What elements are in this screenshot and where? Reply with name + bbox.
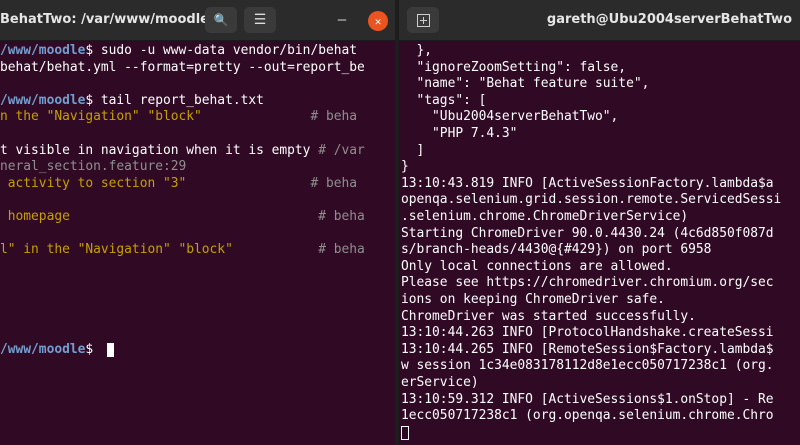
- close-icon: ✕: [374, 14, 382, 28]
- terminal-text: $ tail report_behat.txt: [85, 92, 264, 108]
- terminal-line: 13:10:44.265 INFO [RemoteSession$Factory…: [401, 341, 774, 357]
- terminal-text: $: [85, 341, 101, 357]
- terminal-line: 13:10:59.312 INFO [ActiveSessions$1.onSt…: [401, 391, 774, 407]
- terminal-line: "name": "Behat feature suite",: [401, 76, 650, 92]
- terminal-line: "ignoreZoomSetting": false,: [401, 59, 627, 75]
- left-header-bar: BehatTwo: /var/www/moodle 🔍 ☰ — ✕: [0, 0, 395, 41]
- terminal-line: }: [401, 159, 409, 175]
- terminal-text: # beha: [186, 175, 358, 191]
- terminal-line: activity to section "3" # beha: [0, 176, 357, 192]
- terminal-line: n the "Navigation" "block" # beha: [0, 109, 357, 125]
- terminal-text: $ sudo -u www-data vendor/bin/behat: [85, 43, 358, 58]
- terminal-line: erService): [401, 375, 479, 390]
- search-icon: 🔍: [213, 13, 229, 27]
- terminal-line: /www/moodle$ sudo -u www-data vendor/bin…: [0, 43, 357, 59]
- terminal-line: Starting ChromeDriver 90.0.4430.24 (4c6d…: [401, 225, 774, 241]
- terminal-line: "Ubu2004serverBehatTwo",: [401, 109, 619, 125]
- left-window-title: BehatTwo: /var/www/moodle: [0, 12, 209, 27]
- right-terminal-output[interactable]: }, "ignoreZoomSetting": false, "name": "…: [399, 40, 800, 445]
- menu-button[interactable]: ☰: [244, 7, 276, 33]
- terminal-line: Please see https://chromedriver.chromium…: [401, 275, 774, 291]
- new-tab-button[interactable]: [407, 7, 439, 33]
- terminal-line: ChromeDriver was started successfully.: [401, 308, 696, 324]
- minimize-button[interactable]: —: [331, 8, 353, 32]
- prompt-path: /www/moodle: [0, 92, 86, 108]
- text-cursor: [401, 425, 409, 440]
- prompt-path: /www/moodle: [0, 341, 86, 357]
- new-tab-icon: [416, 13, 430, 27]
- terminal-line: /www/moodle$ tail report_behat.txt: [0, 93, 264, 109]
- terminal-line: l" in the "Navigation" "block" # beha: [0, 242, 365, 258]
- terminal-text: # beha: [201, 109, 358, 125]
- terminal-line: "PHP 7.4.3": [401, 126, 518, 141]
- terminal-line: w session 1c34e083178112d8e1ecc050717238…: [401, 358, 774, 374]
- terminal-text: # /var: [310, 142, 365, 158]
- terminal-line: 1ecc050717238c1 (org.openqa.selenium.chr…: [401, 408, 774, 424]
- prompt-path: /www/moodle: [0, 43, 86, 58]
- close-button[interactable]: ✕: [368, 11, 388, 31]
- terminal-line: s/branch-heads/4430@{#429}) on port 6958: [401, 242, 712, 258]
- left-terminal-window[interactable]: BehatTwo: /var/www/moodle 🔍 ☰ — ✕ /www/m…: [0, 0, 395, 445]
- hamburger-menu-icon: ☰: [253, 12, 267, 28]
- terminal-text: # beha: [232, 242, 365, 258]
- terminal-text: activity to section "3": [0, 175, 187, 191]
- terminal-line: Only local connections are allowed.: [401, 258, 673, 274]
- terminal-line: openqa.selenium.grid.session.remote.Serv…: [401, 192, 782, 208]
- search-button[interactable]: 🔍: [205, 7, 237, 33]
- text-cursor: [107, 342, 114, 357]
- terminal-text: behat/behat.yml --format=pretty --out=re…: [0, 59, 365, 75]
- terminal-line: t visible in navigation when it is empty…: [0, 143, 365, 159]
- terminal-line: 13:10:43.819 INFO [ActiveSessionFactory.…: [401, 175, 774, 191]
- terminal-text: l" in the "Navigation" "block": [0, 242, 233, 258]
- terminal-line: .selenium.chrome.ChromeDriverService): [401, 209, 689, 224]
- terminal-text: neral_section.feature:29: [0, 159, 187, 175]
- terminal-line: "tags": [: [401, 92, 487, 108]
- terminal-text: # beha: [69, 209, 365, 224]
- terminal-line: homepage # beha: [0, 209, 365, 225]
- terminal-text: t visible in navigation when it is empty: [0, 142, 311, 158]
- terminal-text: n the "Navigation" "block": [0, 109, 202, 125]
- terminal-line: neral_section.feature:29: [0, 159, 186, 175]
- terminal-line: ]: [401, 142, 425, 158]
- terminal-line: ions on keeping ChromeDriver safe.: [401, 292, 665, 307]
- right-header-bar: gareth@Ubu2004serverBehatTwo: [399, 0, 800, 41]
- right-window-title: gareth@Ubu2004serverBehatTwo: [546, 12, 792, 27]
- terminal-line: },: [401, 43, 433, 58]
- right-terminal-window[interactable]: gareth@Ubu2004serverBehatTwo }, "ignoreZ…: [399, 0, 800, 445]
- left-terminal-output[interactable]: /www/moodle$ sudo -u www-data vendor/bin…: [0, 40, 395, 445]
- terminal-text: homepage: [0, 209, 70, 224]
- terminal-line: behat/behat.yml --format=pretty --out=re…: [0, 60, 365, 76]
- terminal-line: /www/moodle$: [0, 342, 101, 358]
- terminal-line: 13:10:44.263 INFO [ProtocolHandshake.cre…: [401, 325, 774, 341]
- minimize-icon: —: [337, 12, 347, 28]
